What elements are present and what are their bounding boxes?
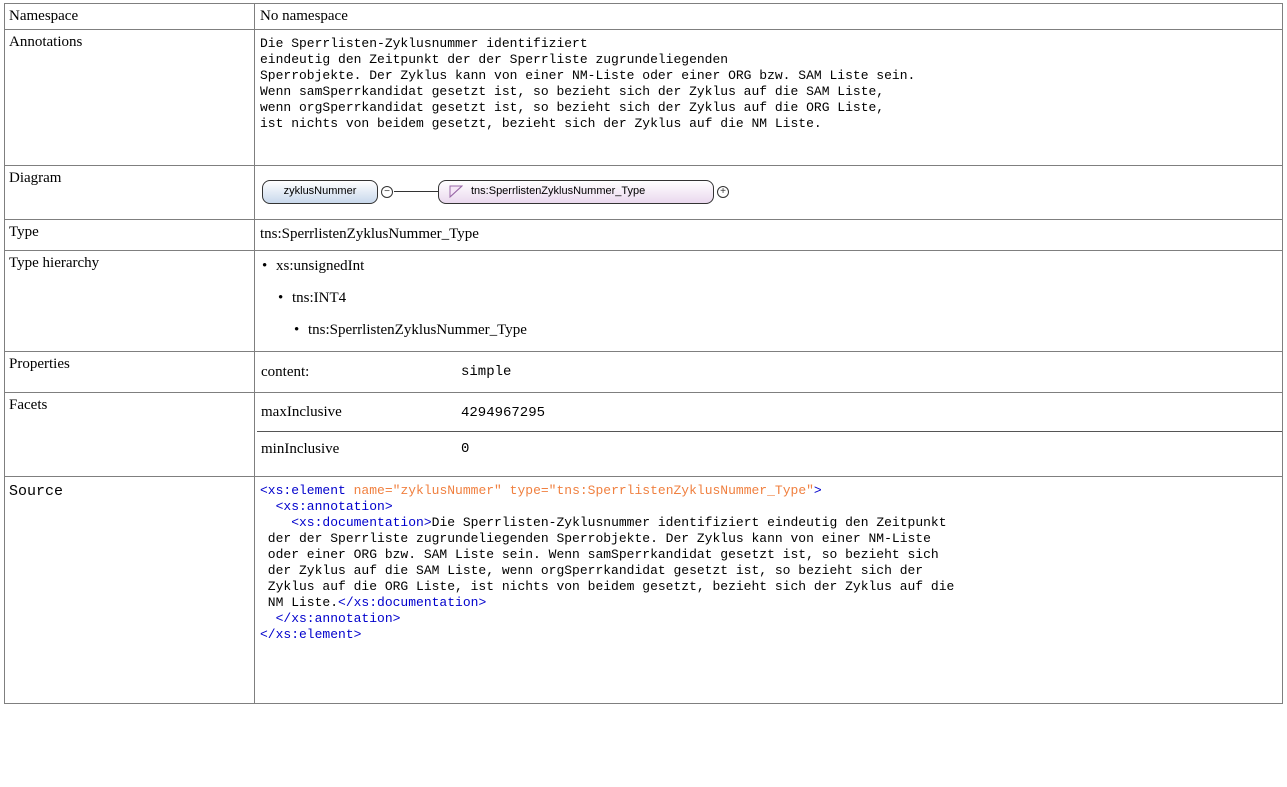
annotation-line: Sperrobjekte. Der Zyklus kann von einer … bbox=[260, 68, 916, 83]
source-tag: <xs:element bbox=[260, 483, 346, 498]
minus-circle-icon[interactable]: − bbox=[381, 186, 393, 198]
property-key: content: bbox=[261, 363, 310, 380]
namespace-value: No namespace bbox=[254, 3, 1283, 30]
source-text: der der Sperrliste zugrundeliegenden Spe… bbox=[260, 531, 931, 546]
type-hierarchy-label: Type hierarchy bbox=[4, 250, 255, 352]
documentation-panel: Namespace No namespace Annotations Die S… bbox=[4, 3, 1283, 704]
source-row: Source <xs:element name="zyklusNummer" t… bbox=[4, 476, 1283, 704]
type-hierarchy-row: Type hierarchy • xs:unsignedInt • tns:INT4… bbox=[4, 250, 1283, 352]
hierarchy-item: • tns:INT4 bbox=[278, 290, 347, 306]
source-tag: </xs:annotation> bbox=[260, 611, 401, 626]
facet-key: minInclusive bbox=[261, 440, 340, 457]
simple-type-icon bbox=[449, 185, 463, 198]
facet-value: 0 bbox=[461, 441, 470, 458]
source-attribute-value: "tns:SperrlistenZyklusNummer_Type" bbox=[548, 483, 814, 498]
type-label: Type bbox=[4, 219, 255, 251]
source-text: NM Liste. bbox=[260, 595, 339, 610]
type-value[interactable]: tns:SperrlistenZyklusNummer_Type bbox=[260, 226, 479, 242]
source-attribute-value: "zyklusNummer" bbox=[392, 483, 502, 498]
facet-row: minInclusive 0 bbox=[257, 431, 1282, 467]
source-text: der Zyklus auf die SAM Liste, wenn orgSp… bbox=[260, 563, 924, 578]
connector-line bbox=[394, 191, 438, 192]
hierarchy-item-label[interactable]: tns:INT4 bbox=[292, 290, 346, 306]
source-code: <xs:element name="zyklusNummer" type="tn… bbox=[260, 481, 1282, 643]
annotations-row: Annotations Die Sperrlisten-Zyklusnummer… bbox=[4, 29, 1283, 166]
source-tag: <xs:documentation> bbox=[260, 515, 432, 530]
properties-table: content: simple bbox=[257, 354, 1282, 390]
hierarchy-item-label[interactable]: xs:unsignedInt bbox=[276, 258, 364, 274]
source-attribute: type= bbox=[501, 483, 549, 498]
component-doc-table: Namespace No namespace Annotations Die S… bbox=[4, 3, 1283, 704]
source-label: Source bbox=[4, 476, 255, 704]
annotation-line: ist nichts von beidem gesetzt, bezieht s… bbox=[260, 116, 822, 131]
source-tag: </xs:documentation> bbox=[338, 595, 487, 610]
source-tag: > bbox=[813, 483, 822, 498]
facet-value: 4294967295 bbox=[457, 395, 1282, 432]
annotation-line: Wenn samSperrkandidat gesetzt ist, so be… bbox=[260, 84, 885, 99]
facets-label: Facets bbox=[4, 392, 255, 477]
annotation-line: wenn orgSperrkandidat gesetzt ist, so be… bbox=[260, 100, 885, 115]
diagram-row: Diagram zyklusNummer − tns:SperrlistenZy… bbox=[4, 165, 1283, 220]
element-node[interactable]: zyklusNummer bbox=[262, 180, 378, 204]
source-text: Zyklus auf die ORG Liste, ist nichts von… bbox=[260, 579, 955, 594]
facet-row: maxInclusive 4294967295 bbox=[257, 395, 1282, 432]
type-hierarchy-list: • xs:unsignedInt • tns:INT4 • tns:Sperrlist… bbox=[260, 255, 1282, 351]
facets-table: maxInclusive 4294967295 minInclusive 0 bbox=[257, 395, 1282, 467]
properties-label: Properties bbox=[4, 351, 255, 393]
type-node-label: tns:SperrlistenZyklusNummer_Type bbox=[471, 185, 646, 197]
annotations-label: Annotations bbox=[4, 29, 255, 166]
property-value: simple bbox=[461, 364, 512, 380]
hierarchy-item-label[interactable]: tns:SperrlistenZyklusNummer_Type bbox=[308, 322, 527, 338]
source-attribute: name= bbox=[345, 483, 393, 498]
annotations-text: Die Sperrlisten-Zyklusnummer identifizie… bbox=[260, 34, 1282, 132]
source-text: oder einer ORG bzw. SAM Liste sein. Wenn… bbox=[260, 547, 939, 562]
facets-row: Facets maxInclusive 4294967295 minInclus… bbox=[4, 392, 1283, 477]
schema-diagram: zyklusNummer − tns:SperrlistenZyklusNumm… bbox=[260, 170, 1282, 210]
annotation-line: eindeutig den Zeitpunkt der der Sperrlis… bbox=[260, 52, 729, 67]
hierarchy-item: • tns:SperrlistenZyklusNummer_Type bbox=[294, 322, 527, 338]
annotation-line: Die Sperrlisten-Zyklusnummer identifizie… bbox=[260, 36, 588, 51]
source-tag: </xs:element> bbox=[260, 627, 362, 642]
source-text: Die Sperrlisten-Zyklusnummer identifizie… bbox=[431, 515, 947, 530]
type-node[interactable]: tns:SperrlistenZyklusNummer_Type bbox=[438, 180, 714, 204]
facet-key: maxInclusive bbox=[257, 395, 457, 432]
properties-row: Properties content: simple bbox=[4, 351, 1283, 393]
source-tag: <xs:annotation> bbox=[260, 499, 393, 514]
namespace-row: Namespace No namespace bbox=[4, 3, 1283, 30]
diagram-label: Diagram bbox=[4, 165, 255, 220]
plus-circle-icon[interactable]: + bbox=[717, 186, 729, 198]
namespace-label: Namespace bbox=[4, 3, 255, 30]
hierarchy-item: • xs:unsignedInt bbox=[262, 258, 365, 274]
type-row: Type tns:SperrlistenZyklusNummer_Type bbox=[4, 219, 1283, 251]
